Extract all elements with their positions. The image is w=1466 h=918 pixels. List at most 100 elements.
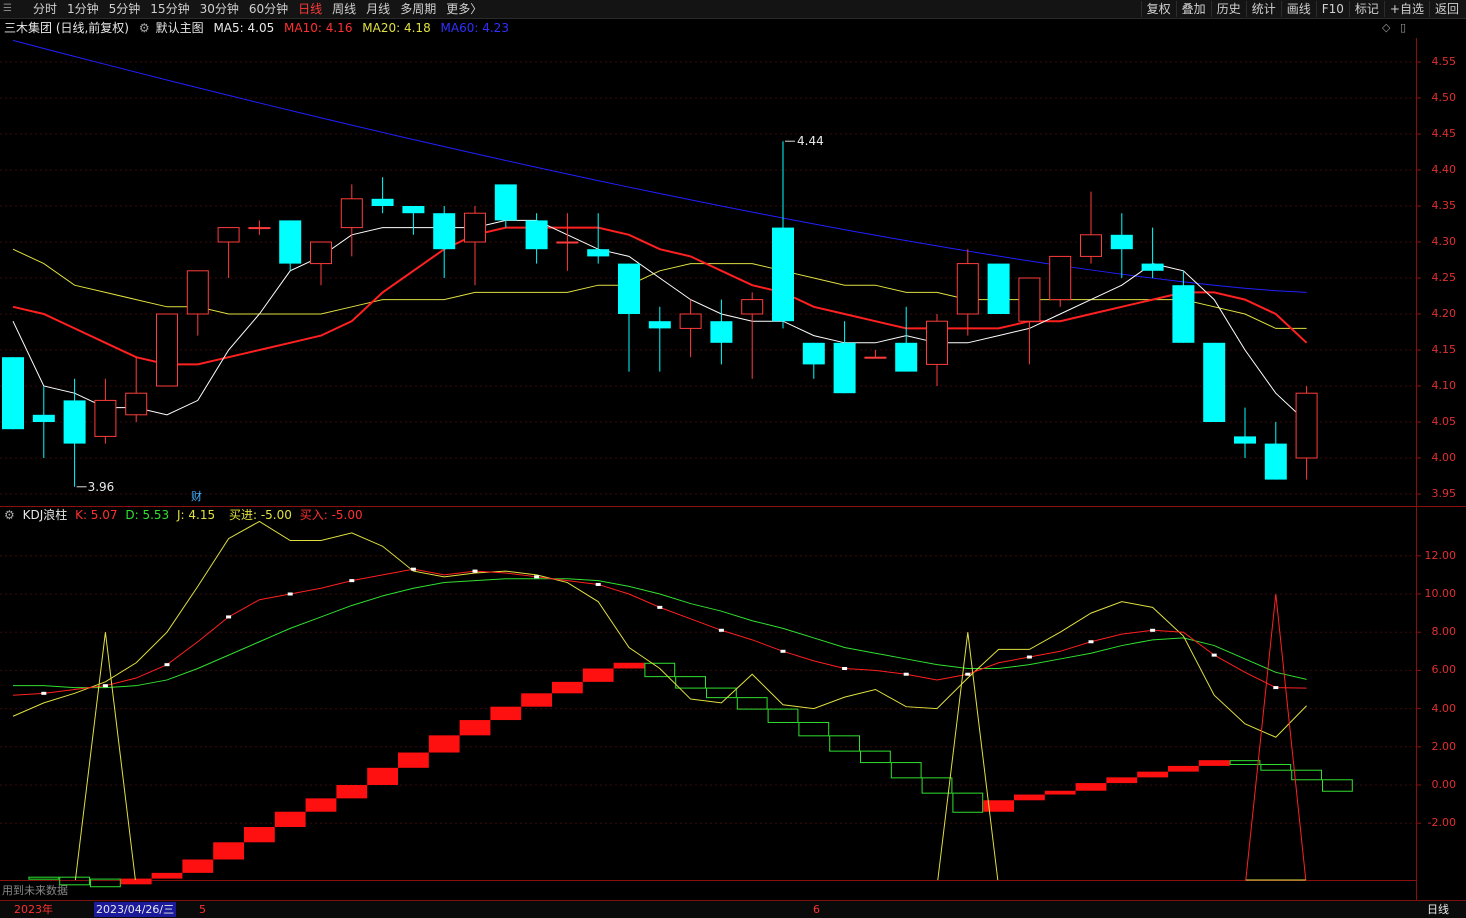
- candle: [895, 306, 918, 372]
- candle-body: [340, 198, 363, 229]
- candle: [494, 184, 517, 228]
- period-tab-8[interactable]: 月线: [361, 1, 395, 17]
- wave-bar-green: [860, 750, 891, 764]
- candle-body: [1234, 436, 1256, 444]
- wave-bar-red: [1044, 790, 1076, 795]
- diamond-icon[interactable]: ◇: [1382, 21, 1390, 34]
- candle-body: [802, 342, 825, 365]
- moving-averages: [12, 39, 1308, 423]
- tool-button-1[interactable]: 叠加: [1175, 1, 1211, 17]
- candle-body: [94, 399, 117, 437]
- kdj-axis-label: 4.00: [1431, 701, 1457, 715]
- wave-bar-red: [1137, 771, 1168, 778]
- period-tab-6[interactable]: 日线: [293, 1, 327, 17]
- period-tab-7[interactable]: 周线: [327, 1, 361, 17]
- wave-bar-red: [459, 720, 491, 736]
- candles: [2, 141, 1318, 487]
- period-tab-2[interactable]: 5分钟: [104, 1, 146, 17]
- candle-body: [2, 357, 24, 430]
- candle-body: [833, 342, 856, 394]
- candle-body: [648, 321, 671, 329]
- tool-button-6[interactable]: 标记: [1348, 1, 1384, 17]
- kdj-info: ⚙ KDJ浪柱 K: 5.07 D: 5.53 J: 4.15 买进: -5.0…: [0, 507, 367, 523]
- kdj-k-marker: [903, 672, 909, 676]
- candle: [741, 292, 764, 379]
- wave-bar-green: [706, 687, 737, 699]
- candle-body: [186, 270, 209, 315]
- chart-labels: 4.44 3.96 财: [76, 134, 824, 503]
- ma10-label: MA10: 4.16: [284, 21, 353, 35]
- period-tab-9[interactable]: 多周期: [395, 1, 441, 17]
- low-price-label: 3.96: [88, 480, 115, 494]
- kdj-k-marker: [1088, 640, 1094, 644]
- kdj-axis-label: 12.00: [1424, 548, 1457, 562]
- j-spike: [937, 632, 999, 881]
- wave-bar-red: [613, 662, 645, 669]
- wave-bar-red: [305, 798, 337, 812]
- window-icon[interactable]: ▯: [1400, 21, 1406, 34]
- wave-bar-green: [1322, 779, 1353, 792]
- kdj-j-line: [12, 520, 1307, 738]
- kdj-k-marker: [41, 691, 47, 695]
- gear-icon[interactable]: ⚙: [4, 508, 15, 522]
- gear-icon[interactable]: ⚙: [139, 21, 150, 35]
- kdj-axis-label: 6.00: [1431, 663, 1457, 677]
- kdj-k-marker: [410, 567, 416, 571]
- candle-body: [1110, 234, 1133, 250]
- period-tab-5[interactable]: 60分钟: [244, 1, 293, 17]
- kdj-k-marker: [1273, 686, 1279, 690]
- candle: [186, 270, 209, 336]
- period-tab-10[interactable]: 更多〉: [441, 1, 487, 17]
- time-axis-bar: 2023年 2023/04/26/三 5 6 日线: [0, 900, 1466, 918]
- candle-body: [310, 241, 332, 265]
- tool-button-0[interactable]: 复权: [1140, 1, 1176, 17]
- tool-button-2[interactable]: 历史: [1210, 1, 1246, 17]
- candle: [987, 263, 1010, 314]
- kdj-k-marker: [1150, 628, 1156, 632]
- cursor-date: 2023/04/26/三: [94, 902, 177, 917]
- period-tab-0[interactable]: 分时: [28, 1, 62, 17]
- menu-handle-icon[interactable]: ☰: [3, 3, 13, 14]
- candle: [248, 220, 271, 235]
- year-label: 2023年: [14, 903, 53, 916]
- kdj-k-line: [12, 568, 1307, 696]
- wave-bar-red: [983, 800, 1014, 812]
- tool-button-3[interactable]: 统计: [1245, 1, 1281, 17]
- wave-bar-green: [829, 735, 861, 752]
- candle: [1080, 191, 1102, 264]
- kdj-k-marker: [842, 666, 848, 670]
- stock-title: 三木集团 (日线,前复权): [4, 21, 129, 35]
- high-price-label: 4.44: [797, 134, 824, 148]
- kdj-axis: 12.00 10.00 8.00 6.00 4.00 2.00 0.00 -2.00: [1416, 0, 1466, 900]
- candle-body: [1172, 285, 1195, 343]
- kdj-k-marker: [1026, 655, 1032, 659]
- wave-bar-green: [921, 777, 953, 794]
- kdj-name[interactable]: KDJ浪柱: [23, 508, 68, 522]
- candle: [802, 342, 825, 379]
- wave-bar-green: [90, 878, 121, 888]
- kdj-k-marker: [226, 615, 232, 619]
- candle-body: [772, 227, 794, 322]
- ma20-line: [12, 248, 1307, 329]
- kdj-panel: [12, 520, 1353, 888]
- tool-button-4[interactable]: 画线: [1280, 1, 1316, 17]
- ma10-line: [12, 226, 1308, 366]
- candle-body: [926, 320, 948, 365]
- candle: [926, 314, 948, 386]
- kdj-k: K: 5.07: [75, 508, 118, 522]
- candle-body: [987, 263, 1010, 314]
- ma5-label: MA5: 4.05: [213, 21, 275, 35]
- period-tab-4[interactable]: 30分钟: [195, 1, 244, 17]
- tool-button-5[interactable]: F10: [1315, 1, 1349, 17]
- candle: [679, 299, 702, 358]
- candle-body: [895, 342, 918, 372]
- wave-bar-red: [428, 735, 460, 753]
- chart-canvas[interactable]: 4.44 3.96 财: [0, 0, 1466, 917]
- period-tab-1[interactable]: 1分钟: [62, 1, 104, 17]
- candle-body: [464, 212, 486, 243]
- candle-body: [679, 313, 702, 329]
- template-name[interactable]: 默认主图: [156, 21, 204, 35]
- wave-bar-red: [274, 811, 306, 828]
- period-tab-3[interactable]: 15分钟: [145, 1, 194, 17]
- candle-body: [1080, 234, 1102, 257]
